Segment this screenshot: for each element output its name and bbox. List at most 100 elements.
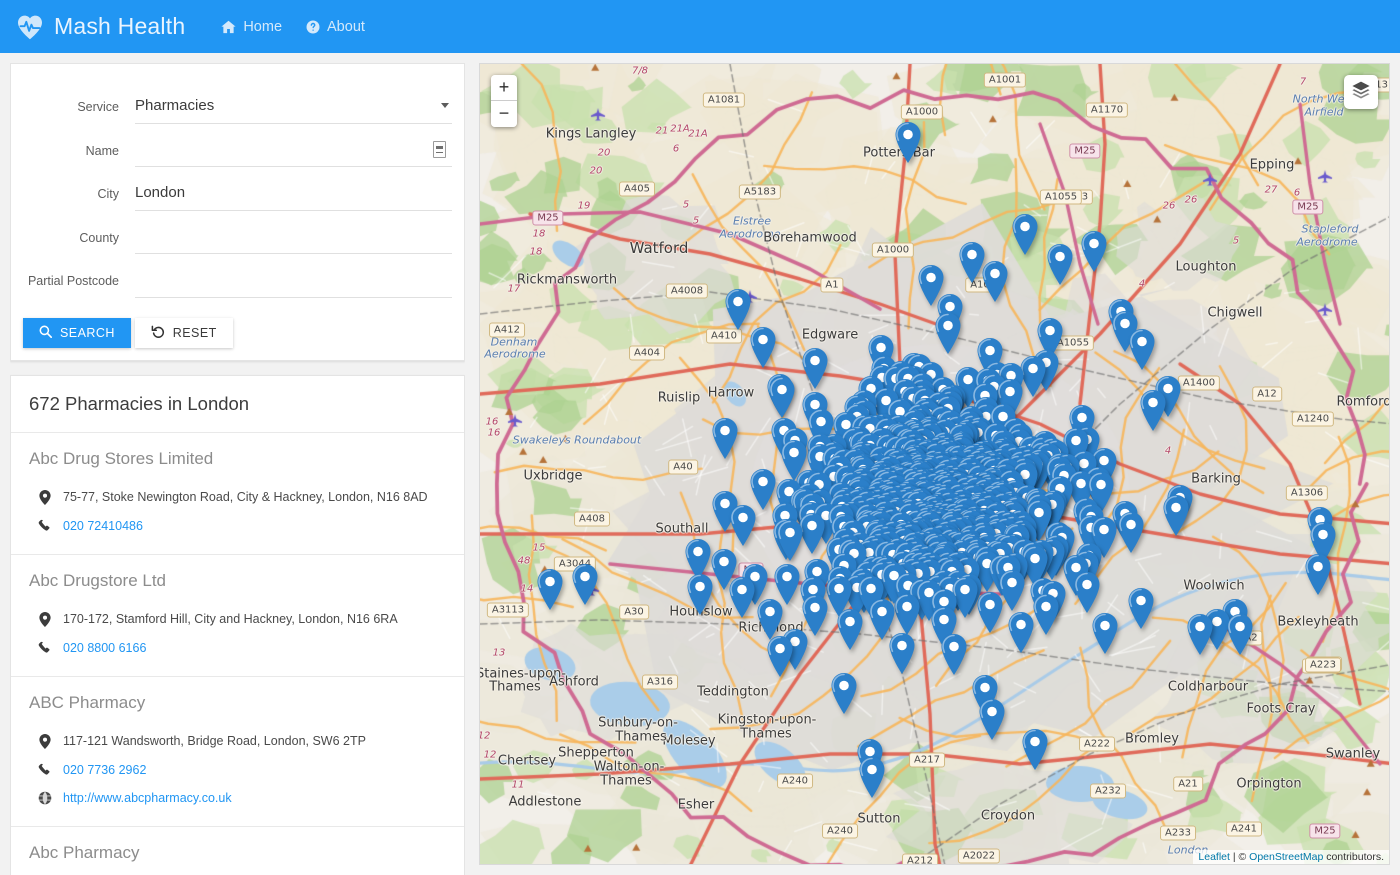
map-marker-pin[interactable] <box>902 421 928 463</box>
map-marker-pin[interactable] <box>886 465 912 507</box>
map-marker-pin[interactable] <box>965 443 991 485</box>
map-marker-pin[interactable] <box>987 470 1013 512</box>
map-marker-pin[interactable] <box>931 431 957 473</box>
map-marker-pin[interactable] <box>868 334 894 376</box>
map-marker-pin[interactable] <box>800 576 826 618</box>
map-marker-pin[interactable] <box>826 454 852 496</box>
map-marker-pin[interactable] <box>889 467 915 509</box>
map-marker-pin[interactable] <box>974 551 1000 593</box>
map-marker-pin[interactable] <box>796 470 822 512</box>
map-marker-pin[interactable] <box>1026 500 1052 542</box>
map-marker-pin[interactable] <box>927 451 953 493</box>
map-marker-pin[interactable] <box>880 541 906 583</box>
map-marker-pin[interactable] <box>1005 454 1031 496</box>
map-marker-pin[interactable] <box>914 468 940 510</box>
map-marker-pin[interactable] <box>917 439 943 481</box>
map-marker-pin[interactable] <box>998 493 1024 535</box>
map-marker-pin[interactable] <box>1033 594 1059 636</box>
map-marker-pin[interactable] <box>856 539 882 581</box>
map-marker-pin[interactable] <box>915 501 941 543</box>
map-marker-pin[interactable] <box>1020 541 1046 583</box>
map-marker-pin[interactable] <box>798 501 823 543</box>
map-marker-pin[interactable] <box>934 475 960 517</box>
map-marker-pin[interactable] <box>849 568 875 610</box>
map-marker-pin[interactable] <box>1022 729 1048 770</box>
map-marker-pin[interactable] <box>876 456 902 498</box>
map-marker-pin[interactable] <box>929 454 955 496</box>
map-marker-pin[interactable] <box>917 526 943 568</box>
map-marker-pin[interactable] <box>1037 317 1063 359</box>
map-marker-pin[interactable] <box>1020 356 1046 397</box>
map-marker-pin[interactable] <box>957 449 983 491</box>
map-marker-pin[interactable] <box>901 439 927 481</box>
map-marker-pin[interactable] <box>893 436 919 478</box>
map-marker-pin[interactable] <box>840 519 865 561</box>
map-marker-pin[interactable] <box>870 459 896 501</box>
map-marker-pin[interactable] <box>851 390 877 432</box>
map-marker-pin[interactable] <box>885 449 911 491</box>
county-input[interactable] <box>135 226 452 247</box>
map-marker-pin[interactable] <box>807 444 833 486</box>
map-marker-pin[interactable] <box>996 511 1022 553</box>
map-marker-pin[interactable] <box>1024 487 1050 529</box>
map-marker-pin[interactable] <box>923 442 949 484</box>
map-marker-pin[interactable] <box>890 550 916 592</box>
map-marker-pin[interactable] <box>965 545 991 587</box>
map-marker-pin[interactable] <box>860 490 886 532</box>
map-marker-pin[interactable] <box>927 510 953 552</box>
map-marker-pin[interactable] <box>987 541 1013 583</box>
map-marker-pin[interactable] <box>905 451 931 493</box>
map-marker-pin[interactable] <box>905 547 931 589</box>
map-marker-pin[interactable] <box>944 467 970 509</box>
map-marker-pin[interactable] <box>886 448 912 490</box>
map-marker-pin[interactable] <box>972 491 998 533</box>
map-marker-pin[interactable] <box>960 508 986 550</box>
map-marker-pin[interactable] <box>850 486 876 528</box>
map-marker-pin[interactable] <box>966 464 992 506</box>
map-marker-pin[interactable] <box>896 520 922 562</box>
city-input[interactable] <box>135 183 452 203</box>
result-phone-link[interactable]: 020 72410486 <box>63 519 143 533</box>
map-marker-pin[interactable] <box>1001 534 1027 576</box>
map-marker-pin[interactable] <box>928 534 954 576</box>
map-marker-pin[interactable] <box>892 488 918 530</box>
map-marker-pin[interactable] <box>1012 444 1038 486</box>
map-marker-pin[interactable] <box>898 485 924 527</box>
map-marker-pin[interactable] <box>988 439 1014 481</box>
map-marker-pin[interactable] <box>912 398 938 440</box>
map-marker-pin[interactable] <box>889 520 915 562</box>
map-marker-pin[interactable] <box>898 498 924 540</box>
map-marker-pin[interactable] <box>885 496 911 538</box>
map-marker-pin[interactable] <box>879 480 905 522</box>
map-marker-pin[interactable] <box>1009 519 1035 561</box>
map-marker-pin[interactable] <box>955 514 981 556</box>
map-marker-pin[interactable] <box>847 532 873 574</box>
map-marker-pin[interactable] <box>930 469 956 511</box>
map-marker-pin[interactable] <box>712 491 738 532</box>
map-marker-pin[interactable] <box>1128 587 1154 629</box>
map-marker-pin[interactable] <box>961 507 987 549</box>
map-marker-pin[interactable] <box>866 480 892 522</box>
map-marker-pin[interactable] <box>892 521 918 563</box>
map-marker-pin[interactable] <box>859 414 885 456</box>
result-item[interactable]: ABC Pharmacy 117-121 Wandsworth, Bridge R… <box>11 677 464 827</box>
map-marker-pin[interactable] <box>957 457 983 499</box>
map-marker-pin[interactable] <box>948 483 974 525</box>
map-marker-pin[interactable] <box>914 510 940 552</box>
map-marker-pin[interactable] <box>989 463 1015 505</box>
map-marker-pin[interactable] <box>881 470 907 512</box>
map-marker-pin[interactable] <box>956 529 982 571</box>
map-marker-pin[interactable] <box>796 483 822 525</box>
leaflet-link[interactable]: Leaflet <box>1198 851 1230 863</box>
map-marker-pin[interactable] <box>883 499 909 541</box>
map-marker-pin[interactable] <box>899 491 925 533</box>
map-marker-pin[interactable] <box>934 502 960 544</box>
map-marker-pin[interactable] <box>873 556 899 598</box>
map-marker-pin[interactable] <box>1004 524 1030 566</box>
map-marker-pin[interactable] <box>998 490 1024 532</box>
map-marker-pin[interactable] <box>782 427 808 469</box>
map-marker-pin[interactable] <box>898 428 924 470</box>
map-marker-pin[interactable] <box>1011 522 1037 564</box>
map-marker-pin[interactable] <box>982 261 1008 303</box>
map-marker-pin[interactable] <box>962 509 988 551</box>
